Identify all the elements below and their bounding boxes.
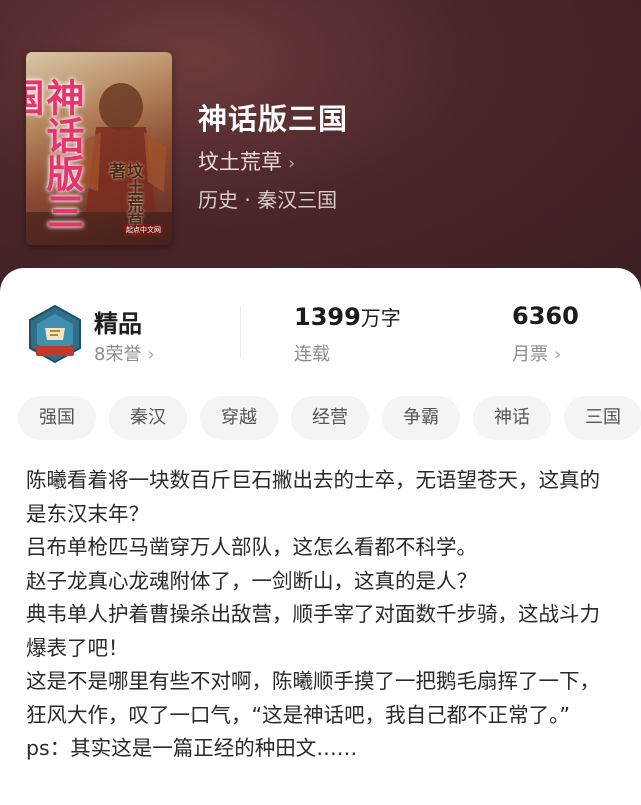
tag-chip[interactable]: 三国 bbox=[564, 396, 641, 440]
book-title: 神话版三国 bbox=[198, 102, 349, 136]
stats-row: 精品 8荣誉 › 1399万字 连载 6360 月票 › bbox=[0, 296, 641, 376]
description-line: 典韦单人护着曹操杀出敌营，顺手宰了对面数千步骑，这战斗力爆表了吧！ bbox=[26, 602, 600, 660]
tag-chip[interactable]: 穿越 bbox=[200, 396, 278, 440]
book-genre[interactable]: 历史 · 秦汉三国 bbox=[198, 184, 337, 213]
word-count-unit: 万字 bbox=[360, 306, 401, 330]
monthly-ticket-label: 月票 bbox=[512, 344, 548, 365]
honors-link[interactable]: 8荣誉 › bbox=[94, 340, 155, 366]
badge-label: 精品 bbox=[94, 310, 142, 338]
serial-status: 连载 bbox=[294, 344, 330, 365]
chevron-right-icon: › bbox=[288, 153, 296, 174]
honors-count: 8荣誉 bbox=[94, 344, 142, 365]
quality-badge-icon[interactable] bbox=[28, 304, 82, 364]
author-link[interactable]: 坟土荒草 › bbox=[198, 146, 295, 176]
description-line: 赵子龙真心龙魂附体了，一剑断山，这真的是人？ bbox=[26, 568, 477, 593]
book-cover[interactable]: 神话版三国 坟土荒草·著 起点中文网 bbox=[26, 52, 172, 245]
author-name: 坟土荒草 bbox=[198, 150, 282, 174]
description-line: 陈曦看着将一块数百斤巨石撇出去的士卒，无语望苍天，这真的是东汉末年？ bbox=[26, 468, 600, 526]
book-info-card: 精品 8荣誉 › 1399万字 连载 6360 月票 › 强国 秦汉 穿越 经营 争霸 神话三… bbox=[0, 268, 641, 805]
tag-chip[interactable]: 强国 bbox=[18, 396, 96, 440]
book-description[interactable]: 陈曦看着将一块数百斤巨石撇出去的士卒，无语望苍天，这真的是东汉末年？ 吕布单枪匹… bbox=[26, 464, 616, 766]
stats-divider bbox=[240, 306, 241, 358]
tag-chip[interactable]: 经营 bbox=[291, 396, 369, 440]
cover-title-text: 神话版三国 bbox=[26, 78, 85, 230]
cover-publisher-logo: 起点中文网 bbox=[124, 224, 163, 236]
tag-chip[interactable]: 争霸 bbox=[382, 396, 460, 440]
description-line: ps：其实这是一篇正经的种田文…… bbox=[26, 736, 358, 760]
word-count-value: 1399 bbox=[294, 303, 361, 331]
tag-chip[interactable]: 神话 bbox=[473, 396, 551, 440]
book-header: 神话版三国 坟土荒草·著 起点中文网 神话版三国 坟土荒草 › 历史 · 秦汉三国 bbox=[0, 0, 641, 300]
tag-chip[interactable]: 秦汉 bbox=[109, 396, 187, 440]
tag-list: 强国 秦汉 穿越 经营 争霸 神话 三国 bbox=[18, 396, 641, 440]
chevron-right-icon: › bbox=[147, 344, 155, 365]
description-line: 这是不是哪里有些不对啊，陈曦顺手摸了一把鹅毛扇挥了一下，狂风大作，叹了一口气，“… bbox=[26, 669, 600, 727]
description-line: 吕布单枪匹马凿穿万人部队，这怎么看都不科学。 bbox=[26, 535, 477, 559]
monthly-ticket-link[interactable]: 月票 › bbox=[512, 340, 561, 366]
word-count: 1399万字 bbox=[294, 302, 401, 331]
chevron-right-icon: › bbox=[554, 344, 562, 365]
monthly-ticket-count: 6360 bbox=[512, 302, 579, 330]
